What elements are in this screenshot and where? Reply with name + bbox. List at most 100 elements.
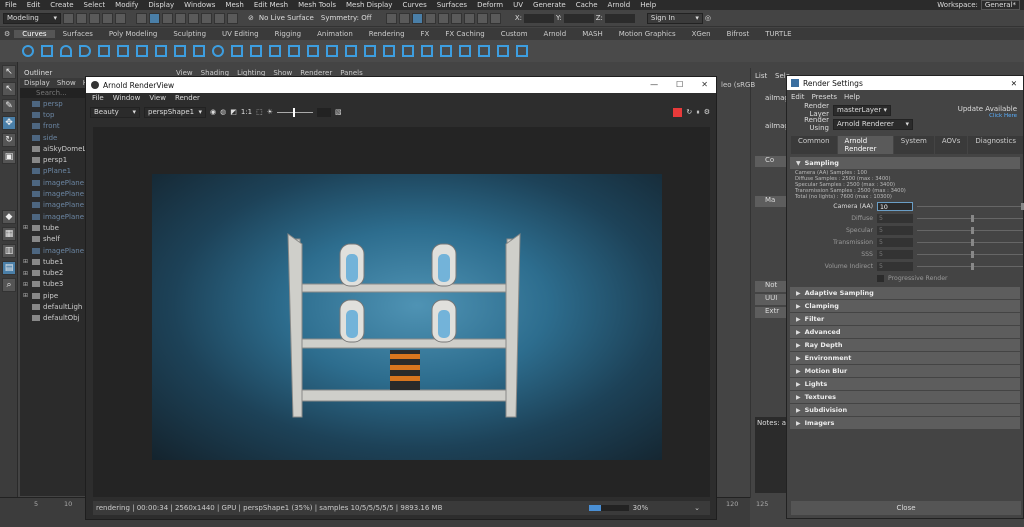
shelf-tab-bifrost[interactable]: Bifrost	[719, 30, 758, 38]
shelf-tab-rigging[interactable]: Rigging	[267, 30, 310, 38]
progressive-checkbox[interactable]	[877, 274, 884, 282]
channel-box-icon[interactable]	[463, 12, 475, 24]
render-using-dropdown[interactable]: Arnold Renderer ▾	[833, 118, 913, 130]
help-icon[interactable]: ◎	[705, 14, 711, 22]
boundary-icon[interactable]	[497, 45, 509, 57]
outliner-item[interactable]: persp1	[20, 154, 88, 165]
shelf-tab-mash[interactable]: MASH	[574, 30, 611, 38]
renderview-titlebar[interactable]: Arnold RenderView — ☐ ✕	[86, 77, 716, 93]
menu-item-modify[interactable]: Modify	[110, 1, 143, 9]
birail-icon[interactable]	[478, 45, 490, 57]
menu-item-windows[interactable]: Windows	[179, 1, 220, 9]
insert-knot-icon[interactable]	[269, 45, 281, 57]
nurbs-circle-icon[interactable]	[22, 45, 34, 57]
shelf-tab-animation[interactable]: Animation	[309, 30, 361, 38]
workspace-dropdown[interactable]: General*	[980, 0, 1020, 10]
outliner-item[interactable]: ⊞ tube1	[20, 256, 88, 267]
shelf-tab-rendering[interactable]: Rendering	[361, 30, 413, 38]
settings-icon[interactable]: ⚙	[704, 108, 710, 116]
loft-icon[interactable]	[421, 45, 433, 57]
y-field[interactable]	[563, 13, 594, 23]
tab-system[interactable]: System	[893, 136, 934, 154]
shelf-tab-surfaces[interactable]: Surfaces	[55, 30, 101, 38]
menu-item-cache[interactable]: Cache	[571, 1, 603, 9]
outliner-item[interactable]: top	[20, 109, 88, 120]
sampling-slider[interactable]	[917, 214, 1023, 222]
shelf-tab-xgen[interactable]: XGen	[684, 30, 719, 38]
select-object-icon[interactable]	[149, 12, 160, 24]
nurbs-sphere-icon[interactable]	[212, 45, 224, 57]
minimize-icon[interactable]: —	[650, 80, 658, 89]
planar-icon[interactable]	[440, 45, 452, 57]
hypershade-icon[interactable]	[424, 12, 436, 24]
curve-arc-icon[interactable]	[60, 45, 72, 57]
menu-item-mesh-display[interactable]: Mesh Display	[341, 1, 397, 9]
outliner-item[interactable]: imagePlane	[20, 177, 88, 188]
lut-icon[interactable]: ◩	[230, 108, 237, 116]
expand-icon[interactable]: ⊞	[23, 224, 29, 231]
outliner-item[interactable]: front	[20, 121, 88, 132]
three-point-arc-icon[interactable]	[174, 45, 186, 57]
undo-icon[interactable]	[102, 12, 113, 24]
menu-item-help[interactable]: Help	[635, 1, 661, 9]
sampling-slider[interactable]	[917, 250, 1023, 258]
close-icon[interactable]: ✕	[701, 80, 708, 89]
outliner-item[interactable]: shelf	[20, 234, 88, 245]
section-lights[interactable]: ▶ Lights	[790, 378, 1020, 390]
ep-curve-icon[interactable]	[98, 45, 110, 57]
outliner-item[interactable]: defaultLigh	[20, 301, 88, 312]
attach-curves-icon[interactable]	[231, 45, 243, 57]
live-surface-dropdown[interactable]: No Live Surface	[255, 12, 316, 24]
outliner-item[interactable]: ⊞ pipe	[20, 290, 88, 301]
slider-knob[interactable]	[971, 238, 974, 246]
sampling-field-input[interactable]: 10	[877, 201, 913, 211]
outliner-item[interactable]: imagePlane	[20, 245, 88, 256]
bezier-curve-icon[interactable]	[136, 45, 148, 57]
render-settings-menu-item[interactable]: Help	[844, 92, 860, 103]
single-perspective-icon[interactable]: ◆	[2, 210, 16, 224]
menu-item-edit[interactable]: Edit	[22, 1, 46, 9]
search-icon[interactable]: ⌕	[2, 278, 16, 292]
two-point-arc-icon[interactable]	[193, 45, 205, 57]
shelf-tab-curves[interactable]: Curves	[14, 30, 55, 38]
section-textures[interactable]: ▶ Textures	[790, 391, 1020, 403]
list-tab[interactable]: List	[755, 72, 767, 80]
render-layer-dropdown[interactable]: masterLayer ▾	[833, 104, 891, 116]
lasso-tool-icon[interactable]: ↖	[2, 82, 16, 96]
section-environment[interactable]: ▶ Environment	[790, 352, 1020, 364]
shelf-settings-icon[interactable]: ⚙	[0, 30, 14, 38]
scale-tool-icon[interactable]: ▣	[2, 150, 16, 164]
click-here-link[interactable]: Click Here	[958, 113, 1017, 120]
renderview-menu-item[interactable]: File	[92, 93, 104, 104]
menu-item-edit-mesh[interactable]: Edit Mesh	[249, 1, 293, 9]
section-adaptive-sampling[interactable]: ▶ Adaptive Sampling	[790, 287, 1020, 299]
open-icon[interactable]	[76, 12, 87, 24]
menu-item-mesh[interactable]: Mesh	[220, 1, 248, 9]
rotate-tool-icon[interactable]: ↻	[2, 133, 16, 147]
shelf-tab-motion-graphics[interactable]: Motion Graphics	[611, 30, 684, 38]
sampling-slider[interactable]	[917, 238, 1023, 246]
tab-arnold-renderer[interactable]: Arnold Renderer	[837, 136, 893, 154]
move-tool-icon[interactable]: ✥	[2, 116, 16, 130]
ipr-render-icon[interactable]	[398, 12, 410, 24]
maximize-icon[interactable]: ☐	[676, 80, 683, 89]
sampling-slider[interactable]	[917, 262, 1023, 270]
expand-icon[interactable]: ⊞	[23, 281, 29, 288]
sampling-field-input[interactable]: 5	[877, 249, 913, 259]
render-frame-icon[interactable]	[385, 12, 397, 24]
aov-dropdown[interactable]: Beauty ▾	[90, 106, 140, 118]
menu-item-generate[interactable]: Generate	[528, 1, 571, 9]
persp-graph-icon[interactable]: ▤	[2, 261, 16, 275]
outliner-item[interactable]: ⊞ tube	[20, 222, 88, 233]
outliner-item[interactable]: side	[20, 132, 88, 143]
sampling-field-input[interactable]: 5	[877, 225, 913, 235]
shelf-tab-custom[interactable]: Custom	[493, 30, 536, 38]
outliner-search[interactable]: Search...	[20, 88, 88, 98]
shelf-tab-turtle[interactable]: TURTLE	[757, 30, 799, 38]
slider-knob[interactable]	[971, 250, 974, 258]
symmetry-dropdown[interactable]: Symmetry: Off	[317, 12, 384, 24]
exposure-slider[interactable]	[277, 107, 314, 117]
sampling-field-input[interactable]: 5	[877, 261, 913, 271]
outliner-menu-item[interactable]: Display	[24, 78, 50, 88]
ratio-button[interactable]: 1:1	[241, 108, 252, 116]
